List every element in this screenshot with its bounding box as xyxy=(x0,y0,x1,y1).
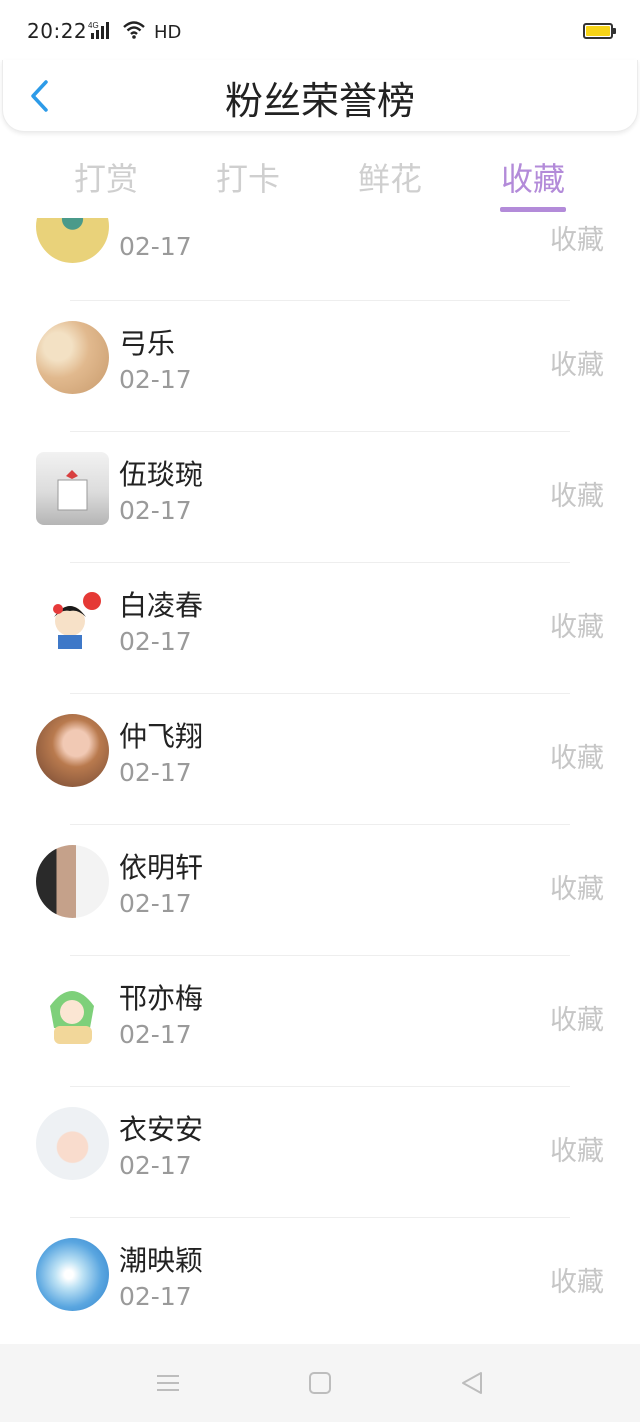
entry-date: 02-17 xyxy=(119,889,192,918)
back-triangle-icon xyxy=(462,1372,482,1394)
entry-date: 02-17 xyxy=(119,1282,192,1311)
row-action-label: 收藏 xyxy=(550,350,604,381)
avatar xyxy=(36,1107,109,1180)
entry-date: 02-17 xyxy=(119,496,192,525)
user-name: 依明轩 xyxy=(119,851,204,884)
row-action-label: 收藏 xyxy=(550,1267,604,1298)
header: 粉丝荣誉榜 xyxy=(2,60,638,132)
entry-date: 02-17 xyxy=(119,232,192,261)
home-square-icon xyxy=(309,1372,331,1394)
user-name: 潮映颖 xyxy=(119,1244,204,1277)
home-nav-button[interactable] xyxy=(305,1368,335,1398)
status-time: 20:22 xyxy=(27,19,88,43)
user-name: 邗亦梅 xyxy=(119,982,204,1015)
back-nav-button[interactable] xyxy=(457,1368,487,1398)
list-item[interactable]: 潮映颖 02-17 收藏 xyxy=(0,1217,640,1348)
svg-text:4G: 4G xyxy=(88,21,99,30)
row-action-label: 收藏 xyxy=(550,225,604,256)
hd-indicator: HD xyxy=(154,21,182,43)
page-title: 粉丝荣誉榜 xyxy=(224,79,415,123)
row-action-label: 收藏 xyxy=(550,743,604,774)
status-bar: 20:22 4G HD xyxy=(0,0,640,62)
row-action-label: 收藏 xyxy=(550,1005,604,1036)
tab-reward[interactable]: 打赏 xyxy=(56,154,156,200)
row-action-label: 收藏 xyxy=(550,481,604,512)
tab-favorites[interactable]: 收藏 xyxy=(483,154,583,200)
entry-date: 02-17 xyxy=(119,365,192,394)
wifi-icon xyxy=(122,20,146,44)
system-navigation-bar xyxy=(0,1344,640,1422)
battery-level xyxy=(586,26,610,36)
list-item[interactable]: 弓乐 02-17 收藏 xyxy=(0,300,640,432)
list-item[interactable]: 仲飞翔 02-17 收藏 xyxy=(0,693,640,825)
screen: 02-17 收藏 弓乐 02-17 收藏 伍琰琬 02-17 收藏 白凌春 02… xyxy=(0,0,640,1422)
list-item[interactable]: 伍琰琬 02-17 收藏 xyxy=(0,431,640,563)
list-item[interactable]: 白凌春 02-17 收藏 xyxy=(0,562,640,694)
cellular-signal-icon: 4G xyxy=(88,20,116,44)
user-name: 白凌春 xyxy=(119,589,204,622)
status-icons: 4G HD xyxy=(88,20,181,44)
entry-date: 02-17 xyxy=(119,627,192,656)
avatar xyxy=(36,976,109,1049)
battery-icon xyxy=(583,23,616,39)
entry-date: 02-17 xyxy=(119,758,192,787)
menu-nav-button[interactable] xyxy=(153,1368,183,1398)
avatar xyxy=(36,583,109,656)
entry-date: 02-17 xyxy=(119,1151,192,1180)
entry-date: 02-17 xyxy=(119,1020,192,1049)
avatar xyxy=(36,1238,109,1311)
row-action-label: 收藏 xyxy=(550,874,604,905)
list-item[interactable]: 依明轩 02-17 收藏 xyxy=(0,824,640,956)
tab-bar: 打赏 打卡 鲜花 收藏 xyxy=(0,146,640,218)
row-action-label: 收藏 xyxy=(550,1136,604,1167)
list-item[interactable]: 衣安安 02-17 收藏 xyxy=(0,1086,640,1218)
user-name: 衣安安 xyxy=(119,1113,204,1146)
user-name: 伍琰琬 xyxy=(119,458,204,491)
menu-icon xyxy=(157,1375,179,1391)
avatar xyxy=(36,845,109,918)
list-item[interactable]: 邗亦梅 02-17 收藏 xyxy=(0,955,640,1087)
tab-flowers[interactable]: 鲜花 xyxy=(340,154,440,200)
avatar xyxy=(36,321,109,394)
avatar xyxy=(36,714,109,787)
user-name: 弓乐 xyxy=(119,327,176,360)
user-name: 仲飞翔 xyxy=(119,720,204,753)
tab-active-indicator xyxy=(500,207,566,212)
row-action-label: 收藏 xyxy=(550,612,604,643)
avatar xyxy=(36,452,109,525)
tab-checkin[interactable]: 打卡 xyxy=(198,154,298,200)
